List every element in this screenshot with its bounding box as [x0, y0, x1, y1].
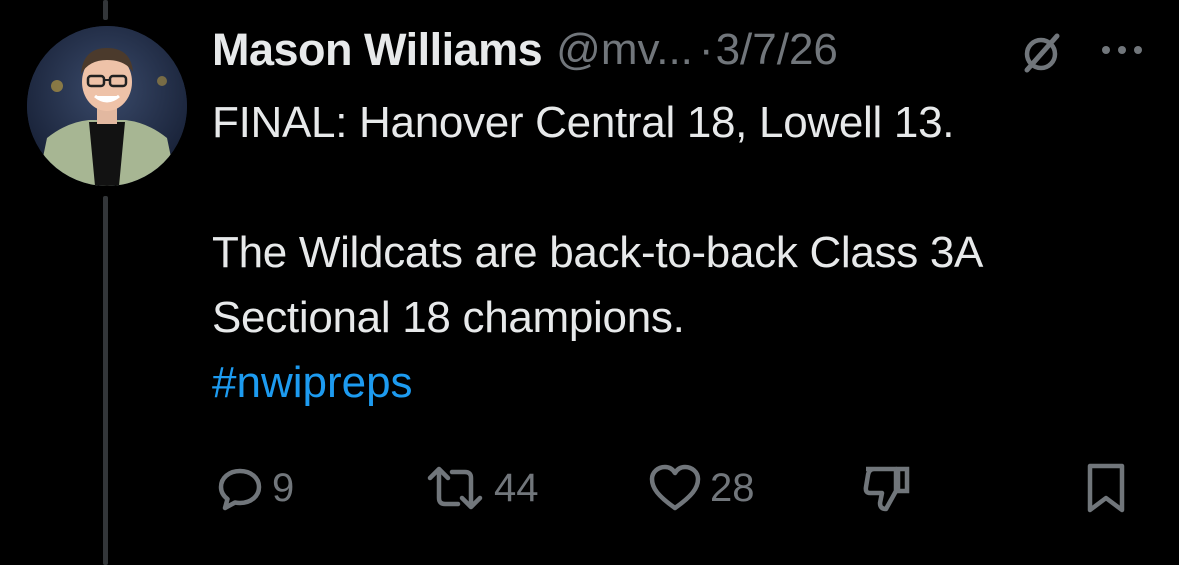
bookmark-button[interactable]: [1084, 458, 1128, 518]
thread-line-top: [103, 0, 108, 20]
bookmark-icon: [1084, 462, 1128, 514]
display-name[interactable]: Mason Williams: [212, 24, 543, 76]
separator-dot: ·: [698, 25, 714, 74]
action-bar: 9 44 28: [212, 458, 1142, 518]
avatar[interactable]: [27, 26, 187, 186]
repost-button[interactable]: 44: [424, 458, 539, 518]
tweet-date[interactable]: 3/7/26: [716, 25, 838, 75]
thumbs-down-icon: [860, 463, 912, 513]
dislike-button[interactable]: [860, 458, 912, 518]
reply-count: 9: [272, 465, 295, 510]
reply-button[interactable]: 9: [216, 458, 294, 518]
mute-icon[interactable]: [1017, 28, 1065, 76]
heart-icon: [648, 464, 702, 512]
tweet-body: Mason Williams @mv... · 3/7/26 FINAL: Ha…: [212, 22, 1162, 415]
more-icon[interactable]: [1097, 30, 1147, 70]
tweet-header: Mason Williams @mv... · 3/7/26: [212, 22, 1162, 78]
tweet-text: FINAL: Hanover Central 18, Lowell 13. Th…: [212, 98, 981, 342]
reply-icon: [216, 464, 264, 512]
like-button[interactable]: 28: [648, 458, 755, 518]
like-count: 28: [710, 465, 755, 510]
hashtag-link[interactable]: #nwipreps: [212, 350, 1162, 415]
handle[interactable]: @mv...: [556, 25, 693, 75]
repost-icon: [424, 464, 486, 512]
thread-line: [103, 196, 108, 565]
repost-count: 44: [494, 465, 539, 510]
